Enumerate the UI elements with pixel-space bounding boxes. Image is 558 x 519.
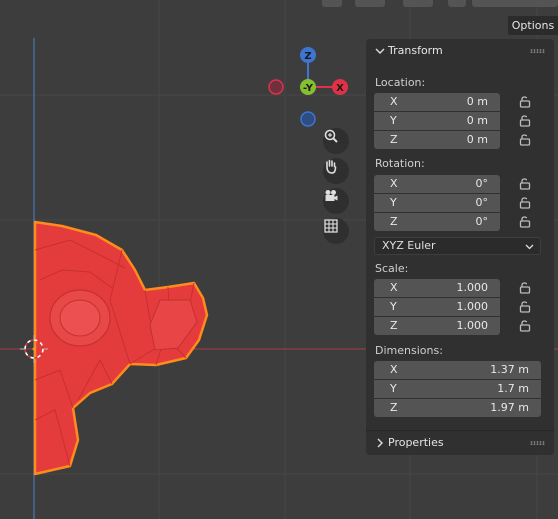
chevron-down-icon — [375, 48, 385, 54]
scale-x-field[interactable]: X 1.000 — [374, 279, 500, 297]
dimensions-x-field[interactable]: X 1.37 m — [374, 361, 541, 379]
location-x-field[interactable]: X 0 m — [374, 93, 500, 111]
dimensions-z-axis: Z — [390, 401, 398, 414]
rotation-label: Rotation: — [375, 157, 425, 170]
location-y-field[interactable]: Y 0 m — [374, 112, 500, 130]
location-y-value: 0 m — [466, 114, 488, 127]
lock-icon[interactable] — [519, 300, 531, 313]
lock-icon[interactable] — [519, 319, 531, 332]
rotation-x-axis: X — [390, 177, 398, 190]
location-x-value: 0 m — [466, 95, 488, 108]
rotation-y-axis: Y — [390, 196, 397, 209]
grid-icon[interactable] — [323, 218, 349, 244]
options-button[interactable]: Options — [508, 16, 558, 35]
dimensions-z-value: 1.97 m — [490, 401, 529, 414]
transform-panel-title: Transform — [388, 44, 443, 57]
rotation-y-field[interactable]: Y 0° — [374, 194, 500, 212]
scale-y-value: 1.000 — [456, 300, 489, 313]
overlay-button[interactable] — [448, 0, 466, 7]
location-x-axis: X — [390, 95, 398, 108]
camera-icon[interactable] — [323, 188, 349, 214]
editor-type-button[interactable] — [322, 0, 342, 7]
scale-y-axis: Y — [390, 300, 397, 313]
location-z-field[interactable]: Z 0 m — [374, 131, 500, 149]
dimensions-x-value: 1.37 m — [490, 363, 529, 376]
rotation-mode-value: XYZ Euler — [382, 239, 436, 252]
gizmo-neg-z-axis[interactable] — [300, 111, 316, 127]
navigation-gizmo[interactable]: Z X -Y — [268, 47, 348, 127]
properties-panel-title: Properties — [388, 436, 444, 449]
suzanne-mesh[interactable] — [33, 220, 209, 476]
zoom-icon[interactable] — [323, 128, 349, 154]
shading-mode-buttons[interactable] — [472, 0, 558, 7]
snapping-button[interactable] — [403, 0, 433, 7]
gizmo-y-label: -Y — [303, 83, 314, 94]
lock-icon[interactable] — [519, 177, 531, 190]
lock-icon[interactable] — [519, 114, 531, 127]
dimensions-z-field[interactable]: Z 1.97 m — [374, 399, 541, 417]
scale-label: Scale: — [375, 262, 409, 275]
dimensions-x-axis: X — [390, 363, 398, 376]
rotation-x-field[interactable]: X 0° — [374, 175, 500, 193]
dimensions-label: Dimensions: — [375, 344, 443, 357]
gizmo-z-label: Z — [304, 51, 311, 62]
dimensions-y-field[interactable]: Y 1.7 m — [374, 380, 541, 398]
scale-y-field[interactable]: Y 1.000 — [374, 298, 500, 316]
properties-panel-header[interactable]: Properties — [366, 430, 554, 455]
lock-icon[interactable] — [519, 281, 531, 294]
rotation-mode-dropdown[interactable]: XYZ Euler — [374, 237, 541, 255]
scale-z-value: 1.000 — [456, 319, 489, 332]
location-label: Location: — [375, 76, 426, 89]
gizmo-neg-x-axis[interactable] — [268, 79, 284, 95]
dimensions-y-axis: Y — [390, 382, 397, 395]
lock-icon[interactable] — [519, 196, 531, 209]
drag-grip-icon[interactable] — [530, 49, 546, 53]
rotation-x-value: 0° — [475, 177, 489, 190]
gizmo-x-label: X — [336, 83, 344, 94]
location-z-axis: Z — [390, 133, 398, 146]
drag-grip-icon[interactable] — [530, 441, 546, 445]
hand-pan-icon[interactable] — [323, 158, 349, 184]
rotation-y-value: 0° — [475, 196, 489, 209]
scale-z-axis: Z — [390, 319, 398, 332]
rotation-z-value: 0° — [475, 215, 489, 228]
lock-icon[interactable] — [519, 133, 531, 146]
sidebar-panel: Transform Location: X 0 m Y 0 m Z 0 m Rotat… — [366, 39, 554, 455]
scale-z-field[interactable]: Z 1.000 — [374, 317, 500, 335]
location-z-value: 0 m — [466, 133, 488, 146]
rotation-z-axis: Z — [390, 215, 398, 228]
transform-panel-header[interactable]: Transform — [366, 39, 554, 63]
lock-icon[interactable] — [519, 215, 531, 228]
scale-x-value: 1.000 — [456, 281, 489, 294]
lock-icon[interactable] — [519, 95, 531, 108]
scale-x-axis: X — [390, 281, 398, 294]
dimensions-y-value: 1.7 m — [497, 382, 529, 395]
location-y-axis: Y — [390, 114, 397, 127]
transform-orientation-button[interactable] — [355, 0, 385, 7]
chevron-right-icon — [377, 438, 383, 448]
rotation-z-field[interactable]: Z 0° — [374, 213, 500, 231]
chevron-down-icon — [525, 244, 534, 250]
